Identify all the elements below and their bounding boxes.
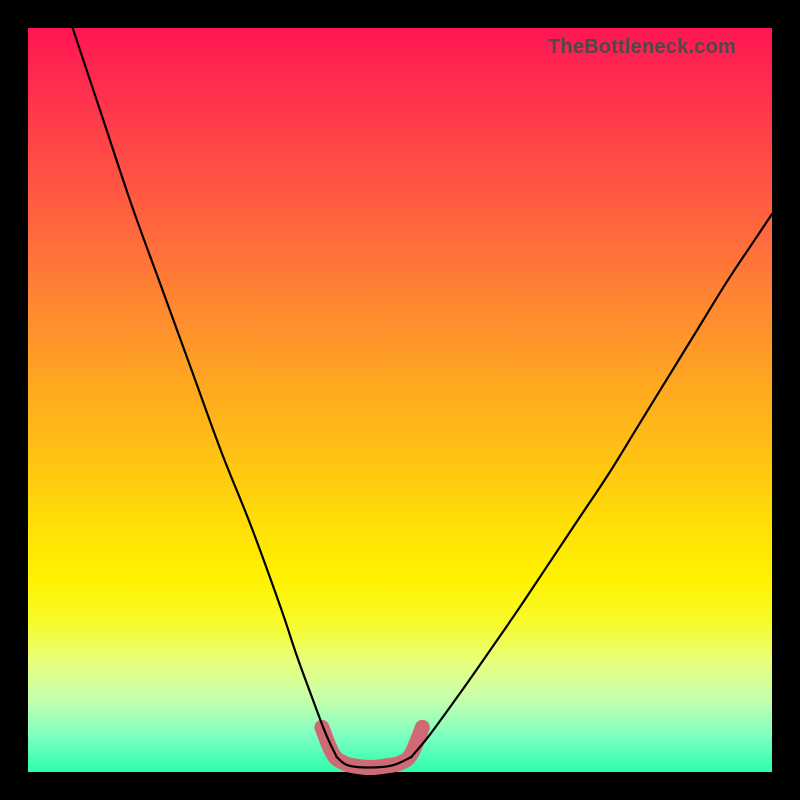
highlight-path: [322, 727, 422, 767]
left-curve-path: [73, 28, 337, 757]
outer-frame: TheBottleneck.com: [0, 0, 800, 800]
chart-svg: [28, 28, 772, 772]
plot-area: TheBottleneck.com: [28, 28, 772, 772]
right-curve-path: [411, 214, 772, 757]
